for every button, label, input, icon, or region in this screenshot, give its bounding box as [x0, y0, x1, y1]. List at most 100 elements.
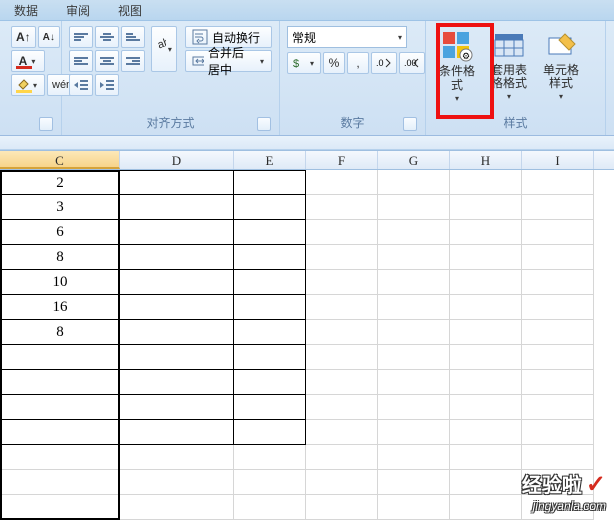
cell[interactable]	[306, 420, 378, 445]
column-header[interactable]: G	[378, 151, 450, 169]
cell[interactable]	[378, 445, 450, 470]
cell[interactable]	[306, 170, 378, 195]
cell[interactable]	[450, 245, 522, 270]
cell[interactable]	[0, 470, 120, 495]
tab-review[interactable]: 审阅	[52, 2, 104, 19]
cell[interactable]: 8	[0, 320, 120, 345]
align-left-button[interactable]	[69, 50, 93, 72]
cell[interactable]	[0, 445, 120, 470]
cell[interactable]	[378, 220, 450, 245]
cell[interactable]	[522, 295, 594, 320]
cell[interactable]	[234, 245, 306, 270]
column-header[interactable]: E	[234, 151, 306, 169]
cell[interactable]	[522, 170, 594, 195]
cell[interactable]	[234, 270, 306, 295]
cell[interactable]	[450, 220, 522, 245]
cell[interactable]	[450, 170, 522, 195]
cell[interactable]	[522, 220, 594, 245]
cell[interactable]	[378, 495, 450, 520]
increase-indent-button[interactable]	[95, 74, 119, 96]
cell[interactable]	[378, 195, 450, 220]
cell[interactable]	[0, 345, 120, 370]
cell[interactable]	[378, 395, 450, 420]
cell[interactable]	[522, 470, 594, 495]
cell[interactable]: 6	[0, 220, 120, 245]
cell[interactable]	[378, 270, 450, 295]
increase-font-button[interactable]: A↑	[11, 26, 36, 48]
cell[interactable]	[120, 170, 234, 195]
cell[interactable]	[120, 470, 234, 495]
cell[interactable]	[234, 295, 306, 320]
cell[interactable]	[450, 345, 522, 370]
cell[interactable]	[522, 270, 594, 295]
cell[interactable]	[306, 495, 378, 520]
column-header[interactable]: D	[120, 151, 234, 169]
cell[interactable]	[378, 295, 450, 320]
cell[interactable]	[120, 420, 234, 445]
cell[interactable]	[234, 495, 306, 520]
comma-format-button[interactable]: ,	[347, 52, 369, 74]
align-top-button[interactable]	[69, 26, 93, 48]
cell[interactable]	[522, 395, 594, 420]
decrease-indent-button[interactable]	[69, 74, 93, 96]
decrease-font-button[interactable]: A↓	[38, 26, 60, 48]
cell[interactable]	[0, 370, 120, 395]
cell[interactable]	[120, 395, 234, 420]
number-group-launcher[interactable]	[403, 117, 417, 131]
cell-styles-button[interactable]: 单元格样式 ▾	[536, 25, 586, 106]
cell[interactable]	[522, 320, 594, 345]
grid-body[interactable]: 236810168	[0, 170, 614, 520]
cell[interactable]	[120, 445, 234, 470]
column-header[interactable]: H	[450, 151, 522, 169]
cell[interactable]	[306, 220, 378, 245]
cell[interactable]	[450, 295, 522, 320]
cell[interactable]	[306, 370, 378, 395]
cell[interactable]	[0, 495, 120, 520]
cell[interactable]	[234, 195, 306, 220]
align-middle-button[interactable]	[95, 26, 119, 48]
cell[interactable]	[120, 295, 234, 320]
cell[interactable]	[522, 370, 594, 395]
cell[interactable]: 10	[0, 270, 120, 295]
cell[interactable]	[306, 270, 378, 295]
cell[interactable]	[522, 345, 594, 370]
fill-color-button[interactable]: ▾	[11, 74, 45, 96]
cell[interactable]: 8	[0, 245, 120, 270]
cell[interactable]	[234, 220, 306, 245]
cell[interactable]	[120, 220, 234, 245]
number-format-combo[interactable]: 常规 ▾	[287, 26, 407, 48]
cell[interactable]	[378, 320, 450, 345]
cell[interactable]	[120, 495, 234, 520]
tab-data[interactable]: 数据	[0, 2, 52, 19]
cell[interactable]: 2	[0, 170, 120, 195]
percent-format-button[interactable]: %	[323, 52, 345, 74]
cell[interactable]: 3	[0, 195, 120, 220]
cell[interactable]	[450, 270, 522, 295]
accounting-format-button[interactable]: $▾	[287, 52, 321, 74]
cell[interactable]	[120, 195, 234, 220]
align-bottom-button[interactable]	[121, 26, 145, 48]
cell[interactable]	[450, 370, 522, 395]
font-color-button[interactable]: A▾	[11, 50, 45, 72]
cell[interactable]	[450, 445, 522, 470]
cell[interactable]	[306, 195, 378, 220]
cell[interactable]	[120, 320, 234, 345]
cell[interactable]	[234, 395, 306, 420]
cell[interactable]	[306, 345, 378, 370]
cell[interactable]	[450, 495, 522, 520]
cell[interactable]	[378, 420, 450, 445]
cell[interactable]	[378, 345, 450, 370]
cell[interactable]	[522, 420, 594, 445]
cell[interactable]	[522, 495, 594, 520]
align-group-launcher[interactable]	[257, 117, 271, 131]
cell[interactable]	[120, 270, 234, 295]
cell[interactable]	[120, 370, 234, 395]
cell[interactable]	[522, 195, 594, 220]
column-header[interactable]: C	[0, 151, 120, 169]
cell[interactable]	[306, 320, 378, 345]
cell[interactable]	[0, 420, 120, 445]
cell[interactable]	[306, 445, 378, 470]
tab-view[interactable]: 视图	[104, 2, 156, 19]
cell[interactable]	[306, 395, 378, 420]
conditional-formatting-button[interactable]: ⚙ 条件格式 ▾	[432, 25, 482, 108]
